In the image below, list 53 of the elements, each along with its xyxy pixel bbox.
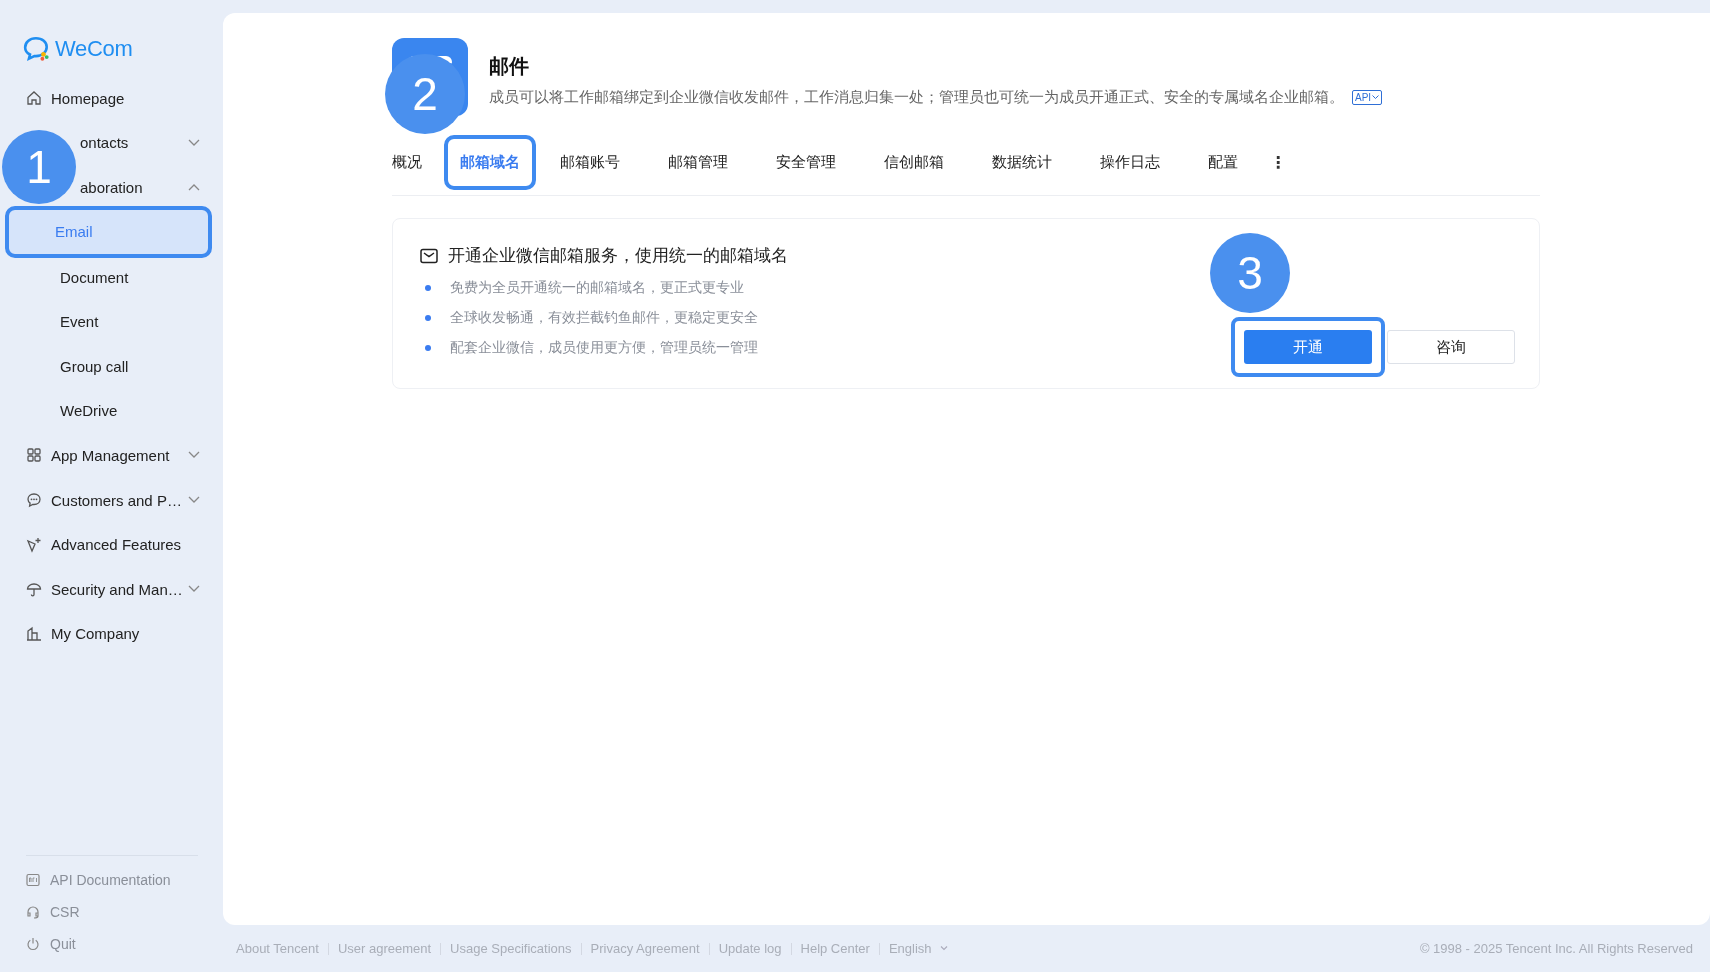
sidebar-item[interactable]: My Company (0, 611, 210, 657)
caret-icon (939, 946, 948, 951)
sidebar-subitem[interactable]: Group call (5, 343, 212, 389)
feature-text: 免费为全员开通统一的邮箱域名，更正式更专业 (450, 279, 744, 297)
grid-icon (26, 447, 42, 464)
umbrella-icon (26, 581, 42, 598)
enable-button[interactable]: 开通 (1244, 330, 1372, 364)
tab[interactable]: 安全管理 (760, 135, 852, 190)
tab[interactable]: 数据统计 (976, 135, 1068, 190)
chevron-icon (188, 496, 200, 505)
brand-name: WeCom (55, 36, 133, 62)
api-dropdown[interactable]: API (1352, 90, 1383, 105)
caret-icon (1372, 95, 1380, 100)
chevron-icon (188, 585, 200, 594)
mail-icon (420, 248, 438, 264)
tab[interactable]: 邮箱域名 (444, 135, 536, 190)
feature-text: 全球收发畅通，有效拦截钓鱼邮件，更稳定更安全 (450, 309, 758, 327)
card-title: 开通企业微信邮箱服务，使用统一的邮箱域名 (448, 245, 788, 266)
logo-icon (23, 36, 51, 62)
bullet-icon (425, 345, 431, 351)
page-description: 成员可以将工作邮箱绑定到企业微信收发邮件，工作消息归集一处；管理员也可统一为成员开通正式、安全的专属域名企业邮箱。 (489, 88, 1344, 107)
power-icon (26, 937, 40, 951)
bullet-icon (425, 315, 431, 321)
chevron-icon (188, 451, 200, 460)
copyright: © 1998 - 2025 Tencent Inc. All Rights Reserved (1419, 941, 1693, 956)
bullet-icon (425, 285, 431, 291)
sidebar-item[interactable]: Homepage (0, 76, 210, 121)
headset-icon (26, 905, 40, 919)
chevron-icon (188, 183, 200, 192)
step-callout: 1 (2, 130, 76, 204)
sidebar-subitem[interactable]: WeDrive (5, 388, 212, 434)
consult-button[interactable]: 咨询 (1387, 330, 1515, 364)
home-icon (26, 90, 42, 107)
sidebar-subitem[interactable]: Event (5, 299, 212, 344)
tab[interactable]: 信创邮箱 (868, 135, 960, 190)
sidebar-item[interactable]: Security and Man… (0, 566, 210, 612)
tab[interactable]: 操作日志 (1084, 135, 1176, 190)
more-button[interactable]: ⋮ (1270, 153, 1286, 172)
buildings-icon (26, 625, 42, 642)
sidebar-item[interactable]: App Management (0, 433, 210, 478)
sidebar-item[interactable]: ontacts (78, 120, 210, 166)
chevron-icon (188, 138, 200, 147)
api-doc-icon (26, 873, 40, 887)
tab[interactable]: 邮箱账号 (544, 135, 636, 190)
chat-icon (26, 492, 42, 509)
feature-text: 配套企业微信，成员使用更方便，管理员统一管理 (450, 339, 758, 357)
pen-sparkle-icon (26, 536, 42, 553)
tab[interactable]: 概况 (392, 135, 438, 190)
tab[interactable]: 配置 (1192, 135, 1254, 190)
sidebar-item[interactable]: Customers and P… (0, 477, 210, 523)
tab[interactable]: 邮箱管理 (652, 135, 744, 190)
page-title: 邮件 (489, 54, 530, 79)
sidebar-item[interactable]: Advanced Features (0, 522, 210, 567)
